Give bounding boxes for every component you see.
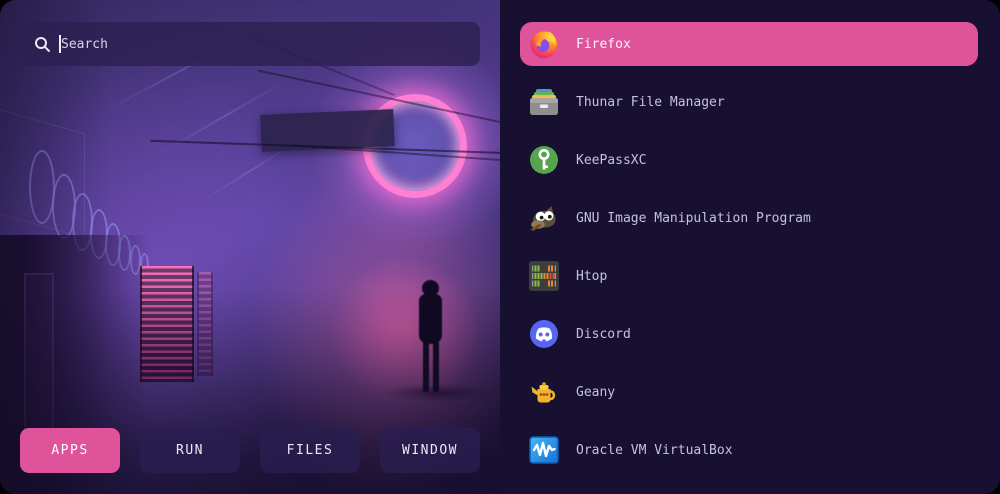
app-row-keepassxc[interactable]: KeePassXC [520,138,978,182]
firefox-icon [528,28,560,60]
app-row-geany[interactable]: Geany [520,370,978,414]
app-row-discord[interactable]: Discord [520,312,978,356]
app-row-virtualbox[interactable]: Oracle VM VirtualBox [520,428,978,472]
tab-files[interactable]: FILES [260,428,360,473]
tab-apps[interactable]: APPS [20,428,120,473]
app-row-htop[interactable]: Htop [520,254,978,298]
app-row-firefox[interactable]: Firefox [520,22,978,66]
htop-icon [528,260,560,292]
tab-run[interactable]: RUN [140,428,240,473]
gimp-icon [528,202,560,234]
app-label: Oracle VM VirtualBox [576,443,733,458]
virtualbox-icon [528,434,560,466]
wallpaper-neon-alley [0,0,500,494]
app-label: Geany [576,385,615,400]
app-label: Thunar File Manager [576,95,725,110]
left-panel: APPS RUN FILES WINDOW [0,0,500,494]
tab-window[interactable]: WINDOW [380,428,480,473]
thunar-icon [528,86,560,118]
keepassxc-icon [528,144,560,176]
app-list: Firefox Thunar File Manager [500,0,1000,494]
launcher-window: APPS RUN FILES WINDOW Firefox [0,0,1000,494]
app-label: Htop [576,269,607,284]
text-caret [59,35,61,53]
app-label: Discord [576,327,631,342]
search-input[interactable] [61,37,466,52]
app-row-thunar[interactable]: Thunar File Manager [520,80,978,124]
geany-icon [528,376,560,408]
vignette-overlay [0,0,500,494]
mode-tabs: APPS RUN FILES WINDOW [20,428,480,473]
app-label: Firefox [576,37,631,52]
search-icon [34,36,51,53]
search-bar[interactable] [20,22,480,66]
app-row-gimp[interactable]: GNU Image Manipulation Program [520,196,978,240]
app-label: KeePassXC [576,153,646,168]
app-label: GNU Image Manipulation Program [576,211,811,226]
discord-icon [528,318,560,350]
